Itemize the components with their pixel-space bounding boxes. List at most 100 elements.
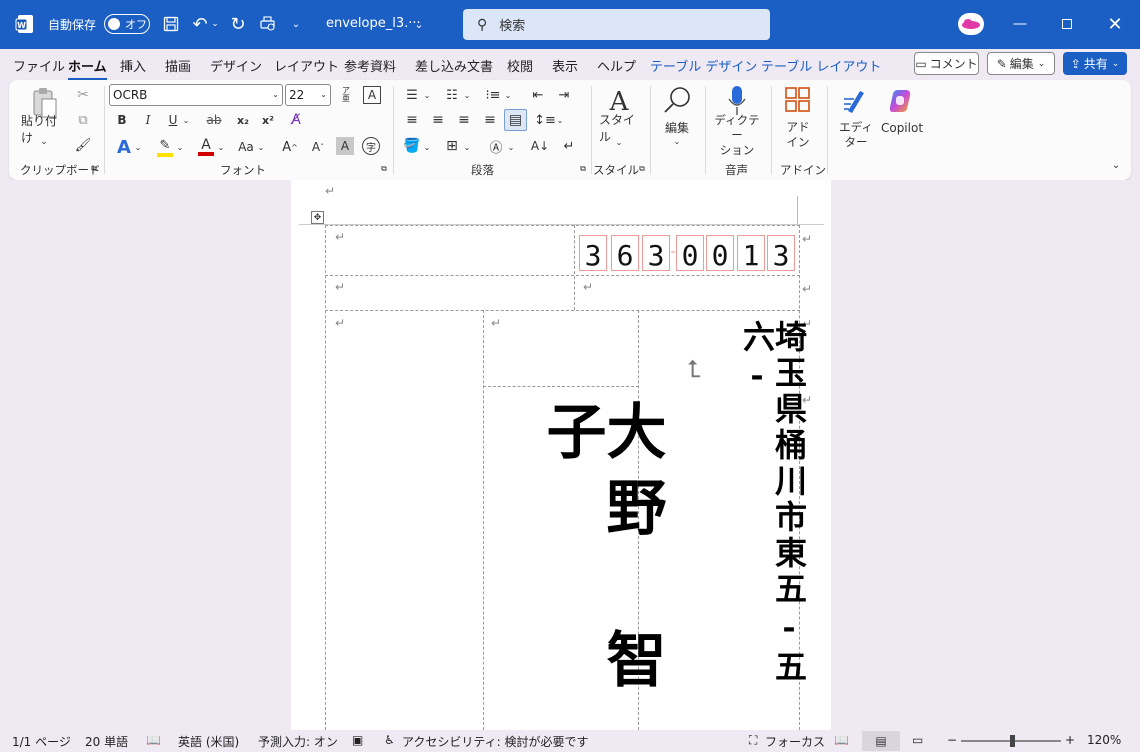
undo-dropdown-icon[interactable]: ⌄ (210, 16, 220, 32)
edit-mode-button[interactable]: ✎ 編集 ⌄ (987, 52, 1055, 75)
chevron-down-icon[interactable]: ⌄ (503, 88, 513, 102)
chevron-down-icon[interactable]: ⌄ (506, 140, 516, 154)
italic-button[interactable]: I (139, 110, 157, 130)
maximize-icon[interactable] (1055, 14, 1079, 34)
find-icon[interactable] (661, 84, 693, 116)
tab-help[interactable]: ヘルプ (597, 56, 636, 75)
tab-table-design[interactable]: テーブル デザイン (650, 56, 757, 75)
chevron-down-icon[interactable]: ⌄ (462, 140, 472, 154)
underline-button[interactable]: U (164, 110, 182, 130)
phonetic-guide-icon[interactable]: ア亜 (338, 85, 354, 105)
shading-icon[interactable]: 🪣 (402, 136, 422, 156)
tab-file[interactable]: ファイル (13, 56, 65, 75)
zoom-slider-thumb[interactable] (1010, 735, 1015, 747)
accessibility-icon[interactable]: ♿ (384, 733, 395, 747)
justify-icon[interactable]: ≡ (480, 110, 500, 130)
tab-references[interactable]: 参考資料 (344, 56, 396, 75)
text-effects-icon[interactable]: A (113, 136, 135, 158)
copilot-icon[interactable] (885, 86, 915, 116)
distributed-icon[interactable]: ▤ (504, 109, 527, 131)
text-prediction-status[interactable]: 予測入力: オン (258, 733, 338, 750)
filename-chevron-icon[interactable]: ⌄ (412, 16, 426, 32)
chevron-down-icon[interactable]: ⌄ (256, 140, 266, 154)
multilevel-list-icon[interactable]: ⁝≡ (483, 86, 503, 104)
text-direction-icon[interactable]: ⮤ (681, 355, 707, 383)
tab-design[interactable]: デザイン (210, 56, 262, 75)
format-painter-icon[interactable]: 🖌 (73, 136, 93, 154)
align-right-icon[interactable]: ≡ (454, 110, 474, 130)
language-status[interactable]: 英語 (米国) (178, 733, 239, 750)
chevron-down-icon[interactable]: ⌄ (133, 140, 143, 154)
copilot-button[interactable]: Copilot (879, 120, 925, 135)
chevron-down-icon[interactable]: ⌄ (672, 135, 682, 147)
line-spacing-icon[interactable]: ↕≡ (534, 110, 556, 130)
tab-insert[interactable]: 挿入 (120, 56, 146, 75)
dialog-launcher-icon[interactable]: ⧉ (379, 164, 389, 174)
minimize-icon[interactable]: — (1008, 14, 1032, 34)
font-color-icon[interactable]: A (195, 136, 217, 158)
proofing-icon[interactable]: 📖 (146, 733, 161, 747)
ribbon-collapse-chevron-icon[interactable]: ⌄ (1109, 158, 1123, 172)
styles-button[interactable]: スタイル (599, 113, 641, 144)
addins-icon[interactable] (784, 86, 812, 114)
tab-mailings[interactable]: 差し込み文書 (415, 56, 493, 75)
borders-icon[interactable]: ⊞ (442, 136, 462, 156)
dictate-button[interactable]: ディクテー ション (709, 113, 765, 157)
macro-record-icon[interactable]: ▣ (352, 733, 363, 747)
enclose-chars-icon[interactable]: 字 (362, 137, 380, 155)
font-name-combo[interactable]: OCRB ⌄ (109, 84, 283, 106)
focus-button[interactable]: フォーカス (765, 733, 825, 750)
increase-indent-icon[interactable]: ⇥ (554, 86, 574, 104)
shrink-font-icon[interactable]: Aˇ (308, 137, 328, 157)
dialog-launcher-icon[interactable]: ⧉ (89, 164, 99, 174)
bold-button[interactable]: B (113, 110, 131, 130)
tab-review[interactable]: 校閲 (507, 56, 533, 75)
dialog-launcher-icon[interactable]: ⧉ (637, 164, 647, 174)
align-left-icon[interactable]: ≡ (402, 110, 422, 130)
avatar[interactable] (958, 13, 984, 35)
chevron-down-icon[interactable]: ⌄ (422, 140, 432, 154)
autosave-toggle[interactable]: オフ (104, 14, 150, 34)
zoom-in-icon[interactable]: + (1065, 733, 1075, 747)
accessibility-status[interactable]: アクセシビリティ: 検討が必要です (402, 733, 589, 750)
chevron-down-icon[interactable]: ⌄ (555, 113, 565, 127)
comment-button[interactable]: ▭ コメント (914, 52, 979, 75)
qat-customize-icon[interactable]: ⌄ (288, 15, 304, 33)
paste-button[interactable]: 貼り付け (21, 114, 67, 145)
chevron-down-icon[interactable]: ⌄ (422, 88, 432, 102)
font-size-combo[interactable]: 22 ⌄ (285, 84, 331, 106)
word-app-icon[interactable]: W (14, 14, 36, 34)
document-page[interactable]: ↵ ✥ ↵ ↵ ↵ ↵ ↵ ↵ ↵ ↵ ↵ 3 6 3 - 0 0 1 3 大野… (291, 180, 831, 730)
cut-icon[interactable]: ✂ (73, 86, 93, 104)
sort-icon[interactable]: A↓ (530, 136, 550, 156)
print-preview-icon[interactable] (257, 14, 279, 34)
dialog-launcher-icon[interactable]: ⧉ (578, 164, 588, 174)
save-icon[interactable] (160, 14, 182, 34)
show-marks-icon[interactable]: ↵ (559, 136, 579, 156)
word-count[interactable]: 20 単語 (85, 733, 128, 750)
decrease-indent-icon[interactable]: ⇤ (528, 86, 548, 104)
chevron-down-icon[interactable]: ⌄ (216, 140, 226, 154)
page-count[interactable]: 1/1 ページ (12, 733, 71, 750)
superscript-button[interactable]: x² (258, 110, 278, 130)
editing-button[interactable]: 編集 (657, 120, 697, 135)
tab-draw[interactable]: 描画 (165, 56, 191, 75)
strikethrough-button[interactable]: ab (203, 110, 225, 130)
chevron-down-icon[interactable]: ⌄ (462, 88, 472, 102)
web-layout-icon[interactable]: ▭ (912, 733, 923, 747)
highlight-icon[interactable]: ✎ (154, 136, 176, 158)
read-mode-icon[interactable]: 📖 (834, 733, 849, 747)
tab-table-layout[interactable]: テーブル レイアウト (761, 56, 881, 75)
search-box[interactable]: ⚲ 検索 (463, 9, 770, 40)
tab-home[interactable]: ホーム (68, 56, 107, 80)
tab-layout[interactable]: レイアウト (274, 56, 339, 75)
editor-button[interactable]: エディ ター (837, 120, 875, 150)
tab-view[interactable]: 表示 (552, 56, 578, 75)
table-move-handle-icon[interactable]: ✥ (311, 211, 324, 224)
addins-button[interactable]: アド イン (781, 120, 815, 150)
print-layout-icon[interactable]: ▤ (862, 731, 900, 751)
grow-font-icon[interactable]: A ^ (280, 137, 300, 157)
bullets-icon[interactable]: ☰ (402, 86, 422, 104)
paste-chevron-icon[interactable]: ⌄ (39, 137, 49, 147)
chevron-down-icon[interactable]: ⌄ (614, 136, 624, 148)
